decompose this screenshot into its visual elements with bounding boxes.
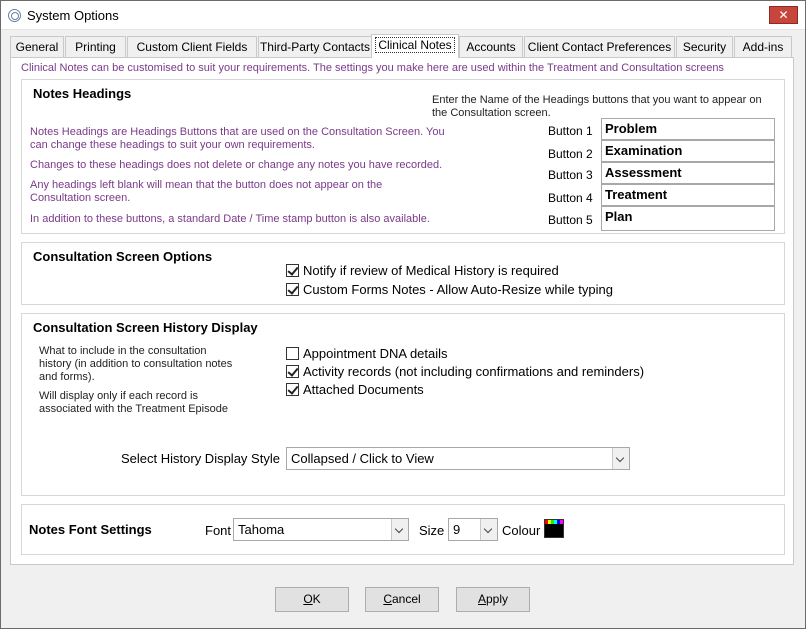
chevron-down-icon[interactable] <box>480 519 497 540</box>
heading-button-4-input[interactable]: Treatment <box>601 184 775 206</box>
font-value: Tahoma <box>238 522 285 537</box>
chevron-down-icon[interactable] <box>612 448 629 469</box>
attached-documents-label: Attached Documents <box>303 382 424 397</box>
tab-custom-client-fields-label: Custom Client Fields <box>136 40 248 54</box>
font-label: Font <box>205 523 232 538</box>
dna-details-label: Appointment DNA details <box>303 346 448 361</box>
size-value: 9 <box>453 522 461 537</box>
tab-third-party-contacts-label: Third-Party Contacts <box>259 40 371 54</box>
apply-button[interactable]: Apply <box>456 587 530 612</box>
cancel-mnemonic: C <box>383 592 392 606</box>
consultation-options-title: Consultation Screen Options <box>33 249 213 264</box>
heading-button-2-input[interactable]: Examination <box>601 140 775 162</box>
tab-client-contact-preferences-label: Client Contact Preferences <box>527 40 672 54</box>
button-3-label: Button 3 <box>548 168 593 182</box>
button-2-label: Button 2 <box>548 147 593 161</box>
apply-rest: pply <box>486 592 509 606</box>
dna-details-option[interactable]: Appointment DNA details <box>286 346 448 362</box>
font-settings-title: Notes Font Settings <box>29 522 152 537</box>
auto-resize-label: Custom Forms Notes - Allow Auto-Resize w… <box>303 282 613 297</box>
headings-desc-1: Notes Headings are Headings Buttons that… <box>30 126 445 151</box>
size-select[interactable]: 9 <box>448 518 498 541</box>
headings-desc-3: Any headings left blank will mean that t… <box>30 179 383 204</box>
tab-custom-client-fields[interactable]: Custom Client Fields <box>127 36 257 57</box>
activity-records-option[interactable]: Activity records (not including confirma… <box>286 364 644 380</box>
activity-records-label: Activity records (not including confirma… <box>303 364 645 379</box>
tab-security[interactable]: Security <box>676 36 733 57</box>
ok-button[interactable]: OK <box>275 587 349 612</box>
headings-desc-4: In addition to these buttons, a standard… <box>30 213 430 225</box>
tab-third-party-contacts[interactable]: Third-Party Contacts <box>258 36 372 57</box>
heading-button-1-input[interactable]: Problem <box>601 118 775 140</box>
attached-documents-option[interactable]: Attached Documents <box>286 382 424 398</box>
history-desc-1: What to include in the consultation hist… <box>39 345 233 383</box>
cancel-button[interactable]: Cancel <box>365 587 439 612</box>
tab-add-ins[interactable]: Add-ins <box>734 36 792 57</box>
button-5-label: Button 5 <box>548 213 593 227</box>
attached-documents-checkbox[interactable] <box>286 383 299 396</box>
apply-mnemonic: A <box>477 592 486 606</box>
close-button[interactable]: ✕ <box>769 6 798 24</box>
auto-resize-option[interactable]: Custom Forms Notes - Allow Auto-Resize w… <box>286 282 613 298</box>
history-desc-2: Will display only if each record is asso… <box>39 390 228 415</box>
tab-add-ins-label: Add-ins <box>742 40 784 54</box>
activity-records-checkbox[interactable] <box>286 365 299 378</box>
cancel-rest: ancel <box>391 592 421 606</box>
history-display-title: Consultation Screen History Display <box>33 320 258 335</box>
colour-label: Colour <box>502 523 541 538</box>
chevron-down-icon[interactable] <box>391 519 408 540</box>
tab-printing-label: Printing <box>75 40 116 54</box>
dna-details-checkbox[interactable] <box>286 347 299 360</box>
history-style-value: Collapsed / Click to View <box>291 451 434 466</box>
title-bar: System Options ✕ <box>1 1 805 30</box>
tab-general-label: General <box>15 40 59 54</box>
tab-security-label: Security <box>682 40 727 54</box>
ok-rest: K <box>312 592 321 606</box>
button-4-label: Button 4 <box>548 191 593 205</box>
ok-mnemonic: O <box>303 592 313 606</box>
tab-accounts-label: Accounts <box>466 40 516 54</box>
palette-icon <box>545 520 563 524</box>
tab-general[interactable]: General <box>10 36 64 57</box>
headings-desc-2: Changes to these headings does not delet… <box>30 159 443 171</box>
button-1-label: Button 1 <box>548 124 593 138</box>
intro-text: Clinical Notes can be customised to suit… <box>21 62 724 74</box>
window-title: System Options <box>27 8 119 23</box>
notify-medical-history-label: Notify if review of Medical History is r… <box>303 263 559 278</box>
notes-headings-title: Notes Headings <box>33 86 132 101</box>
colour-picker-button[interactable] <box>544 519 564 538</box>
tab-client-contact-preferences[interactable]: Client Contact Preferences <box>524 36 675 57</box>
notify-medical-history-option[interactable]: Notify if review of Medical History is r… <box>286 263 559 279</box>
heading-button-3-input[interactable]: Assessment <box>601 162 775 184</box>
heading-button-5-input[interactable]: Plan <box>601 206 775 231</box>
headings-instruction: Enter the Name of the Headings buttons t… <box>432 94 762 119</box>
tab-printing[interactable]: Printing <box>65 36 126 57</box>
history-style-select[interactable]: Collapsed / Click to View <box>286 447 630 470</box>
tab-clinical-notes-label: Clinical Notes <box>375 37 455 53</box>
font-select[interactable]: Tahoma <box>233 518 409 541</box>
tab-strip: General Printing Custom Client Fields Th… <box>10 34 794 58</box>
app-icon <box>8 9 21 22</box>
tab-clinical-notes[interactable]: Clinical Notes <box>371 34 459 58</box>
size-label: Size <box>419 523 445 538</box>
tab-accounts[interactable]: Accounts <box>459 36 523 57</box>
history-style-label: Select History Display Style <box>121 451 280 466</box>
auto-resize-checkbox[interactable] <box>286 283 299 296</box>
notify-medical-history-checkbox[interactable] <box>286 264 299 277</box>
